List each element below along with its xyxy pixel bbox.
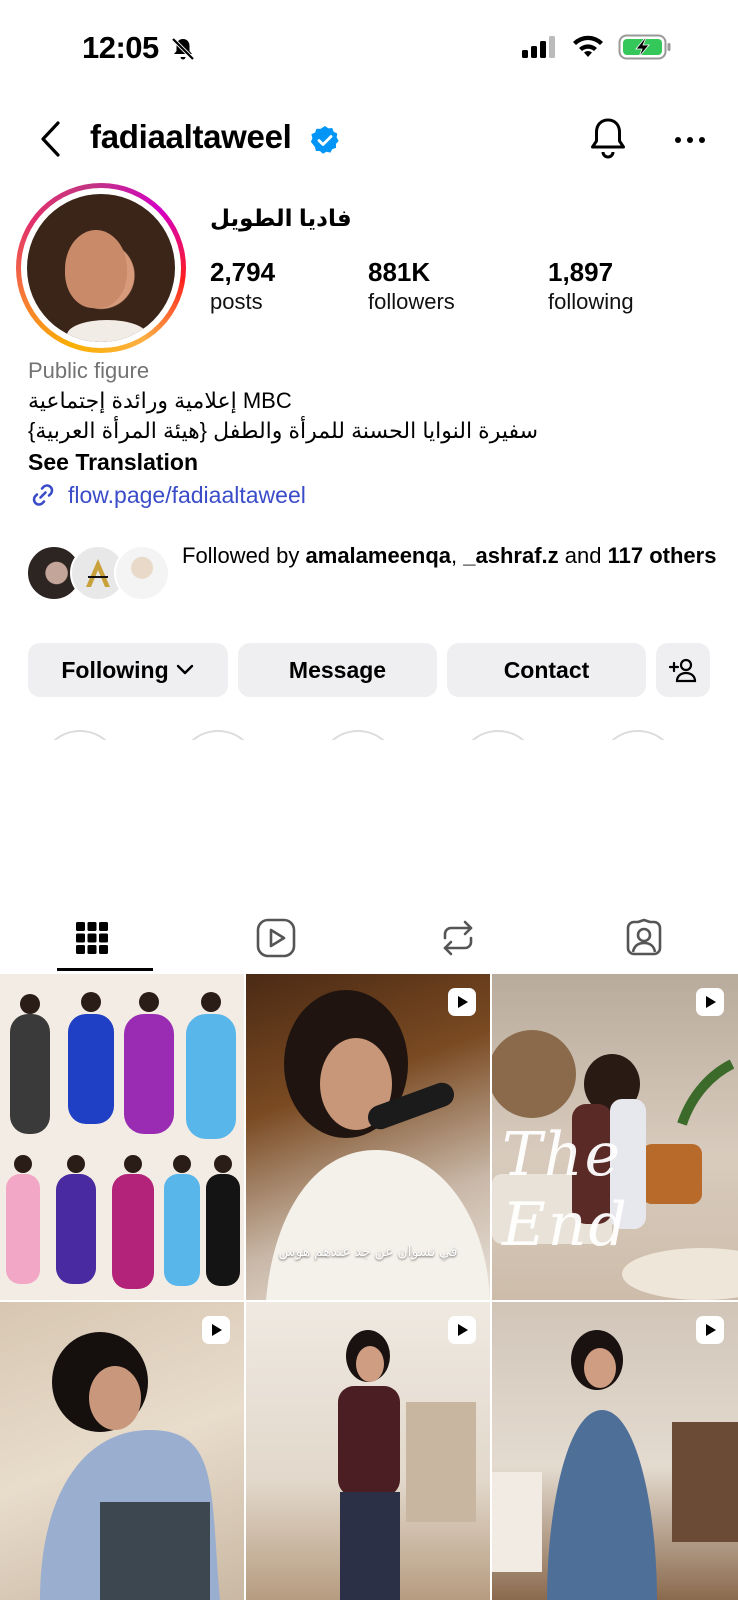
display-name: فاديا الطويل: [210, 205, 352, 231]
grid-post[interactable]: [246, 1302, 490, 1600]
reel-badge: [448, 1316, 476, 1344]
reel-badge: [696, 988, 724, 1016]
verified-badge-icon: [310, 125, 339, 154]
grid-post[interactable]: The End: [492, 974, 738, 1300]
post-thumbnail: [492, 1330, 738, 1600]
post-thumbnail: [338, 1330, 476, 1600]
profile-tabs: [0, 905, 738, 975]
followed-by-prefix: Followed by: [182, 543, 306, 568]
repost-icon: [443, 920, 473, 956]
reel-icon: [458, 996, 468, 1008]
message-button[interactable]: Message: [238, 643, 437, 697]
bell-icon: [591, 118, 625, 159]
see-translation-link[interactable]: See Translation: [28, 449, 198, 476]
bell-slash-icon: [171, 37, 195, 61]
grid-post[interactable]: [0, 974, 244, 1300]
post-text-overlay: The End: [502, 1120, 629, 1260]
suggested-people-button[interactable]: [656, 643, 710, 697]
followed-by-others: 117 others: [607, 543, 717, 568]
reel-icon: [458, 1324, 468, 1336]
contact-button-label: Contact: [503, 656, 590, 683]
follower-avatar: [114, 545, 170, 601]
followed-by-user: amalameenqa: [305, 543, 452, 568]
message-button-label: Message: [288, 656, 387, 683]
active-tab-indicator: [57, 968, 153, 971]
following-stat[interactable]: 1,897 following: [548, 256, 634, 316]
followed-by-text[interactable]: Followed by amalameenqa, _ashraf.z and 1…: [182, 540, 722, 571]
tab-reels[interactable]: [226, 905, 326, 971]
highlight-circle[interactable]: [178, 730, 258, 740]
profile-username: fadiaaltaweel: [90, 118, 292, 155]
posts-label: posts: [210, 289, 263, 314]
profile-avatar-story-ring[interactable]: [16, 183, 186, 353]
link-icon: [32, 484, 54, 506]
post-thumbnail: [6, 992, 240, 1289]
tab-reposts[interactable]: [408, 905, 508, 971]
following-button[interactable]: Following: [28, 643, 228, 697]
status-time: 12:05: [82, 30, 159, 65]
followers-stat[interactable]: 881K followers: [368, 256, 455, 316]
bio-line-1: إعلامية ورائدة إجتماعية MBC: [28, 388, 292, 413]
reels-play-icon: [256, 918, 296, 958]
highlight-circle[interactable]: [40, 730, 120, 740]
story-highlights: [0, 730, 738, 740]
following-label: following: [548, 289, 634, 314]
profile-header: fadiaaltaweel: [0, 108, 738, 172]
profile-category: Public figure: [28, 358, 150, 383]
followed-by-separator: ,: [451, 543, 464, 568]
posts-stat[interactable]: 2,794 posts: [210, 256, 275, 316]
posts-count: 2,794: [210, 257, 276, 287]
status-indicators: [522, 34, 672, 60]
chevron-left-icon: [41, 121, 60, 157]
highlight-circle[interactable]: [458, 730, 538, 740]
following-count: 1,897: [548, 257, 614, 287]
followers-label: followers: [368, 289, 455, 314]
notifications-button[interactable]: [586, 114, 630, 164]
more-options-button[interactable]: [670, 120, 710, 160]
reel-badge: [202, 1316, 230, 1344]
profile-link[interactable]: flow.page/fadiaaltaweel: [28, 480, 306, 510]
status-bar: 12:05: [0, 0, 738, 100]
grid-post[interactable]: [492, 1302, 738, 1600]
reel-badge: [696, 1316, 724, 1344]
highlight-circle[interactable]: [318, 730, 398, 740]
battery-charging-icon: [618, 34, 671, 60]
grid-icon: [76, 922, 108, 954]
followed-by-avatars[interactable]: [26, 545, 170, 603]
reel-icon: [706, 996, 716, 1008]
profile-link-text: flow.page/fadiaaltaweel: [68, 481, 306, 508]
following-button-label: Following: [61, 656, 169, 683]
add-person-icon: [669, 658, 697, 683]
tab-tagged[interactable]: [594, 905, 694, 971]
ellipsis-icon: [675, 137, 705, 143]
profile-avatar: [27, 194, 175, 342]
reel-icon: [212, 1324, 222, 1336]
chevron-down-icon: [176, 664, 193, 675]
followed-by-and: and: [558, 543, 608, 568]
highlight-circle[interactable]: [598, 730, 678, 740]
signal-icon: [522, 36, 555, 58]
followed-by-user: _ashraf.z: [463, 543, 559, 568]
back-button[interactable]: [30, 116, 70, 162]
wifi-icon: [573, 35, 603, 57]
grid-post[interactable]: في نسوان عن جد عندهم هوس: [246, 974, 490, 1300]
contact-button[interactable]: Contact: [447, 643, 646, 697]
tab-posts-grid[interactable]: [42, 905, 142, 971]
post-caption-overlay: في نسوان عن جد عندهم هوس: [278, 1243, 458, 1259]
reel-badge: [448, 988, 476, 1016]
bio-line-2: سفيرة النوايا الحسنة للمرأة والطفل {هيئة…: [28, 418, 539, 443]
post-thumbnail: [40, 1332, 220, 1600]
followers-count: 881K: [368, 257, 431, 287]
tagged-person-icon: [626, 918, 662, 956]
grid-post[interactable]: [0, 1302, 244, 1600]
reel-icon: [706, 1324, 716, 1336]
